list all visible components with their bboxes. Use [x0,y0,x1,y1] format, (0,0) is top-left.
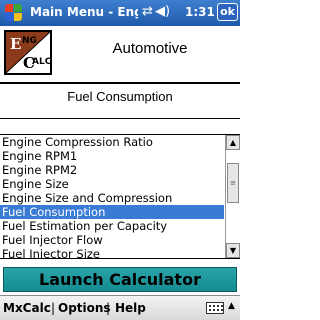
list-item[interactable]: Engine Size and Compression [0,191,224,205]
list-item[interactable]: Engine RPM1 [0,149,224,163]
menu-separator: | [106,301,111,315]
keyboard-caret-icon[interactable]: ▲ [228,301,235,311]
scroll-thumb[interactable]: ≡ [227,163,239,203]
list-item[interactable]: Engine Compression Ratio [0,135,224,149]
windows-logo-icon[interactable] [5,4,22,21]
list-item[interactable]: Fuel Consumption [0,205,224,219]
connectivity-icon[interactable]: ⇄ [140,4,155,19]
list-items: Engine Compression Ratio Engine RPM1 Engin… [0,135,224,258]
keyboard-icon[interactable] [206,302,224,314]
logo-text-bottom: ALC [32,57,52,67]
logo-text-top: NG [22,36,37,46]
svg-text:E: E [10,35,21,53]
menu-help[interactable]: Help [115,301,146,315]
app-name: Automotive [112,40,188,57]
window-title: Main Menu - EngCa [30,5,138,19]
list-item[interactable]: Fuel Injector Size [0,247,224,258]
title-bar: Main Menu - EngCa ⇄◀) 1:31 ok [0,0,240,26]
engcalc-logo: E C NG ALC [4,30,52,75]
clock[interactable]: 1:31 [185,5,215,19]
volume-icon[interactable]: ◀) [155,4,170,19]
menu-separator: | [51,301,56,315]
divider [0,118,240,119]
divider [0,82,240,84]
list-item[interactable]: Engine Size [0,177,224,191]
ok-button[interactable]: ok [217,3,238,21]
scroll-down-button[interactable]: ▼ [226,243,240,258]
list-item[interactable]: Fuel Estimation per Capacity [0,219,224,233]
list-item[interactable]: Fuel Injector Flow [0,233,224,247]
menu-options[interactable]: Options [58,301,111,315]
list-item[interactable]: Engine RPM2 [0,163,224,177]
menu-bar: MxCalc | Options | Help ▲ [0,295,240,320]
scrollbar[interactable]: ▲ ≡ ▼ [225,135,240,258]
menu-mxcalc[interactable]: MxCalc [3,301,51,315]
system-tray: ⇄ ◀) [140,4,170,19]
scroll-up-button[interactable]: ▲ [226,135,240,150]
page-title: Fuel Consumption [67,89,173,104]
launch-calculator-button[interactable]: Launch Calculator [3,267,237,292]
calculator-list[interactable]: Engine Compression Ratio Engine RPM1 Engin… [0,134,240,259]
